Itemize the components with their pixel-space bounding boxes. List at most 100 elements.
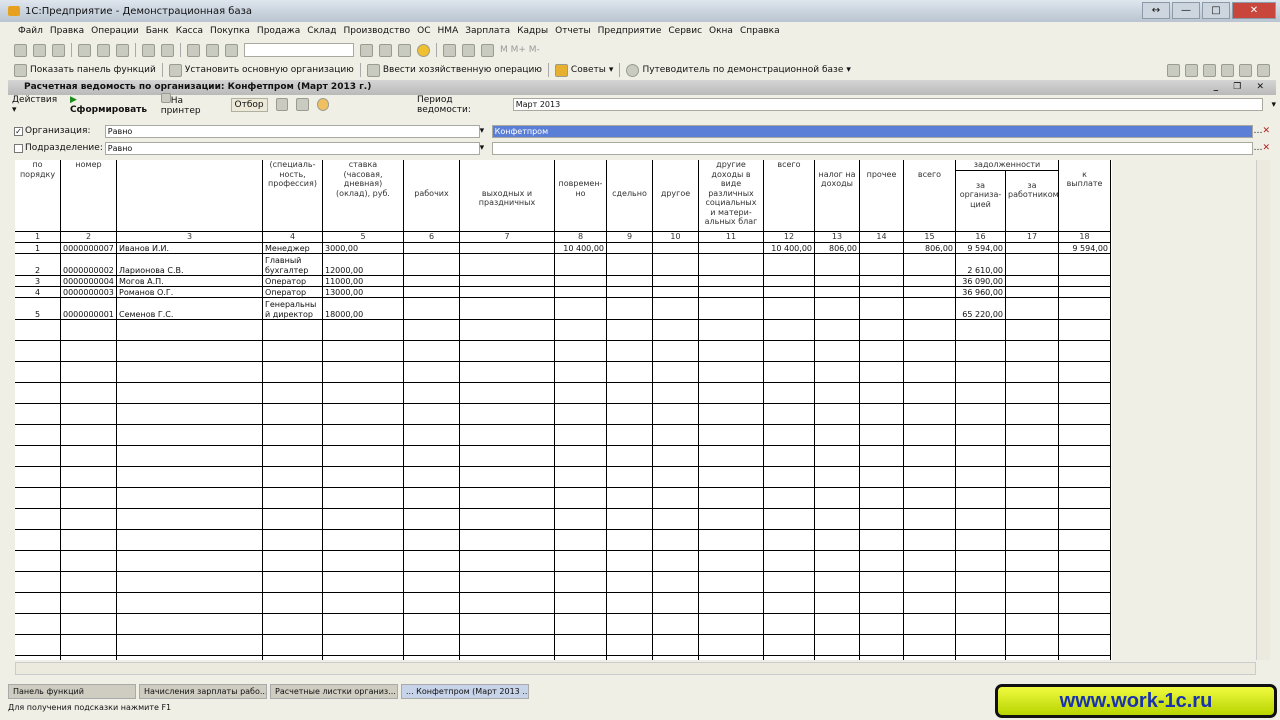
column-header[interactable]: (специаль- ность, профессия) — [263, 160, 323, 232]
column-header[interactable]: по порядку — [15, 160, 61, 232]
table-cell[interactable] — [1006, 298, 1059, 320]
period-input[interactable]: Март 2013 — [512, 98, 1264, 111]
column-header[interactable]: за работником — [1006, 171, 1059, 232]
empty-cell[interactable] — [117, 614, 263, 635]
table-cell[interactable]: 2 610,00 — [956, 254, 1006, 276]
empty-cell[interactable] — [404, 614, 460, 635]
empty-cell[interactable] — [1059, 551, 1111, 572]
empty-cell[interactable] — [764, 488, 815, 509]
paste-icon[interactable] — [116, 43, 129, 57]
column-header[interactable]: другие доходы в виде различных социальны… — [699, 160, 764, 232]
empty-cell[interactable] — [1006, 320, 1059, 341]
empty-cell[interactable] — [460, 635, 555, 656]
empty-cell[interactable] — [653, 530, 699, 551]
table-cell[interactable] — [555, 254, 607, 276]
undo-icon[interactable] — [187, 43, 200, 57]
empty-cell[interactable] — [555, 383, 607, 404]
table-cell[interactable]: 12000,00 — [323, 254, 404, 276]
empty-cell[interactable] — [653, 383, 699, 404]
table-cell[interactable]: 10 400,00 — [764, 243, 815, 254]
table-cell[interactable] — [860, 276, 904, 287]
empty-cell[interactable] — [904, 530, 956, 551]
menu-item[interactable]: Производство — [344, 26, 411, 36]
empty-cell[interactable] — [764, 446, 815, 467]
empty-cell[interactable] — [117, 425, 263, 446]
menu-item[interactable]: Окна — [709, 26, 733, 36]
empty-cell[interactable] — [653, 488, 699, 509]
empty-cell[interactable] — [117, 509, 263, 530]
empty-cell[interactable] — [860, 467, 904, 488]
menu-item[interactable]: Касса — [176, 26, 203, 36]
department-value[interactable] — [491, 141, 1254, 155]
empty-cell[interactable] — [1059, 614, 1111, 635]
column-header[interactable]: другое — [653, 160, 699, 232]
empty-cell[interactable] — [653, 425, 699, 446]
empty-cell[interactable] — [607, 509, 653, 530]
empty-cell[interactable] — [904, 593, 956, 614]
empty-cell[interactable] — [860, 383, 904, 404]
empty-cell[interactable] — [815, 320, 860, 341]
empty-cell[interactable] — [263, 362, 323, 383]
resize-button[interactable]: ↔ — [1142, 2, 1170, 19]
condition-dropdown[interactable]: ▾ — [480, 143, 492, 153]
empty-cell[interactable] — [815, 446, 860, 467]
table-cell[interactable] — [815, 287, 860, 298]
empty-cell[interactable] — [956, 635, 1006, 656]
empty-cell[interactable] — [764, 383, 815, 404]
empty-cell[interactable] — [117, 404, 263, 425]
empty-cell[interactable] — [1059, 488, 1111, 509]
table-cell[interactable] — [460, 243, 555, 254]
column-number[interactable]: 9 — [607, 232, 653, 243]
search-icon[interactable] — [225, 43, 238, 57]
menu-item[interactable]: ОС — [417, 26, 430, 36]
empty-cell[interactable] — [555, 467, 607, 488]
table-cell[interactable]: Ларионова С.В. — [117, 254, 263, 276]
empty-cell[interactable] — [860, 530, 904, 551]
empty-cell[interactable] — [699, 341, 764, 362]
empty-cell[interactable] — [404, 446, 460, 467]
table-cell[interactable] — [607, 276, 653, 287]
column-number[interactable]: 13 — [815, 232, 860, 243]
empty-cell[interactable] — [764, 362, 815, 383]
table-cell[interactable]: 11000,00 — [323, 276, 404, 287]
empty-cell[interactable] — [1059, 635, 1111, 656]
help-icon[interactable] — [316, 98, 329, 111]
empty-cell[interactable] — [607, 551, 653, 572]
empty-cell[interactable] — [404, 572, 460, 593]
calendar-icon[interactable] — [462, 43, 475, 57]
empty-cell[interactable] — [815, 593, 860, 614]
empty-cell[interactable] — [460, 425, 555, 446]
empty-cell[interactable] — [460, 509, 555, 530]
empty-cell[interactable] — [860, 551, 904, 572]
vertical-scrollbar[interactable] — [1256, 160, 1270, 660]
empty-cell[interactable] — [699, 635, 764, 656]
empty-cell[interactable] — [117, 446, 263, 467]
menu-item[interactable]: Склад — [307, 26, 336, 36]
column-header[interactable]: за организа- цией — [956, 171, 1006, 232]
empty-cell[interactable] — [860, 614, 904, 635]
empty-cell[interactable] — [956, 656, 1006, 660]
taskbar-window-tab[interactable]: Панель функций — [8, 684, 136, 699]
empty-cell[interactable] — [653, 509, 699, 530]
empty-cell[interactable] — [1006, 635, 1059, 656]
empty-cell[interactable] — [117, 488, 263, 509]
empty-cell[interactable] — [956, 593, 1006, 614]
period-dropdown[interactable]: ▾ — [1271, 100, 1276, 110]
empty-cell[interactable] — [404, 425, 460, 446]
menu-item[interactable]: Банк — [146, 26, 169, 36]
empty-cell[interactable] — [607, 635, 653, 656]
empty-cell[interactable] — [1006, 593, 1059, 614]
empty-cell[interactable] — [61, 530, 117, 551]
table-cell[interactable]: 18000,00 — [323, 298, 404, 320]
empty-cell[interactable] — [956, 572, 1006, 593]
table-cell[interactable] — [1006, 287, 1059, 298]
empty-cell[interactable] — [815, 656, 860, 660]
empty-cell[interactable] — [404, 656, 460, 660]
empty-cell[interactable] — [860, 488, 904, 509]
table-cell[interactable]: 0000000003 — [61, 287, 117, 298]
cut-icon[interactable] — [78, 43, 91, 57]
empty-cell[interactable] — [61, 572, 117, 593]
menu-item[interactable]: Зарплата — [465, 26, 510, 36]
empty-cell[interactable] — [699, 362, 764, 383]
column-number[interactable]: 3 — [117, 232, 263, 243]
